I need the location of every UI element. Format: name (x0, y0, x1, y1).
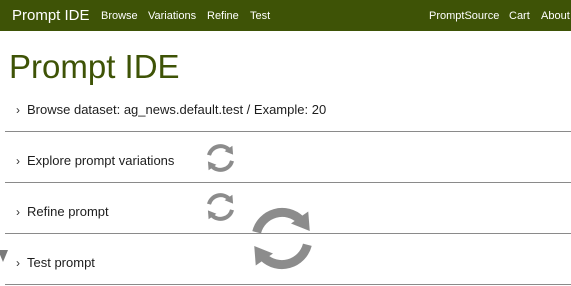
refresh-spinner-icon (242, 201, 322, 276)
page-title: Prompt IDE (9, 48, 180, 85)
refresh-spinner-icon (201, 190, 240, 224)
nav-about[interactable]: About (541, 0, 570, 31)
refresh-spinner-icon (201, 141, 240, 175)
expand-caret-icon: › (16, 205, 20, 219)
expand-caret-icon: › (16, 154, 20, 168)
top-navbar: Prompt IDE Browse Variations Refine Test… (0, 0, 571, 31)
corner-arrow-icon (0, 250, 8, 262)
expand-caret-icon: › (16, 256, 20, 270)
nav-refine[interactable]: Refine (207, 0, 239, 31)
nav-promptsource[interactable]: PromptSource (429, 0, 499, 31)
section-label: Explore prompt variations (27, 153, 175, 168)
section-divider (5, 131, 571, 132)
expand-caret-icon: › (16, 103, 20, 117)
section-explore-variations[interactable]: › Explore prompt variations (5, 152, 571, 172)
nav-variations[interactable]: Variations (148, 0, 196, 31)
brand-link[interactable]: Prompt IDE (12, 0, 90, 31)
section-label: Test prompt (27, 255, 95, 270)
section-label: Browse dataset: ag_news.default.test / E… (27, 102, 327, 117)
nav-browse[interactable]: Browse (101, 0, 138, 31)
nav-cart[interactable]: Cart (509, 0, 530, 31)
section-label: Refine prompt (27, 204, 109, 219)
nav-test[interactable]: Test (250, 0, 270, 31)
section-browse-dataset[interactable]: › Browse dataset: ag_news.default.test /… (5, 101, 571, 121)
section-divider (5, 284, 571, 285)
section-divider (5, 182, 571, 183)
